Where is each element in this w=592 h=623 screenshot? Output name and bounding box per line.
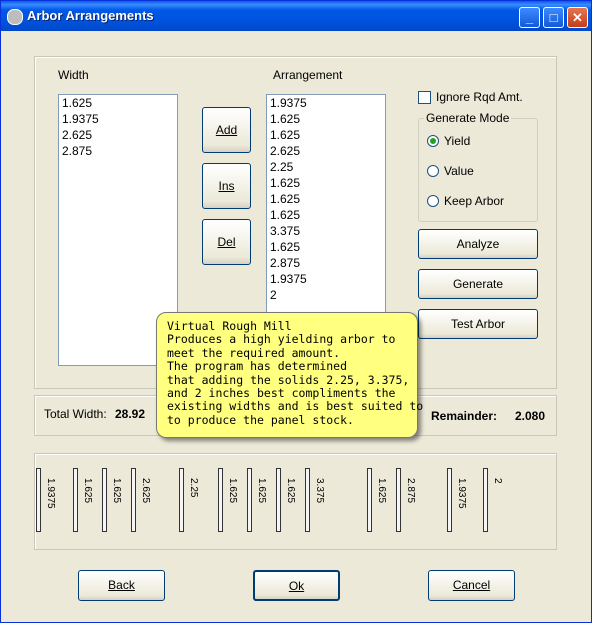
arrangement-list-item[interactable]: 2.875 bbox=[267, 255, 385, 271]
arbor-strip bbox=[73, 468, 78, 532]
arrangement-list-item[interactable]: 2.25 bbox=[267, 159, 385, 175]
cancel-button-label: Cancel bbox=[452, 578, 491, 592]
width-label: Width bbox=[58, 68, 89, 82]
add-button[interactable]: Add bbox=[202, 107, 251, 153]
arbor-strip-label: 1.625 bbox=[82, 478, 93, 504]
value-label: Value bbox=[444, 164, 474, 178]
arrangement-list-item[interactable]: 1.625 bbox=[267, 239, 385, 255]
width-list-item[interactable]: 1.625 bbox=[59, 95, 177, 111]
arbor-strip bbox=[102, 468, 107, 532]
ignore-rqd-checkbox[interactable] bbox=[418, 91, 431, 104]
total-width-label: Total Width: bbox=[44, 407, 107, 421]
tooltip-line: and 2 inches best compliments the bbox=[167, 386, 396, 401]
arbor-strip-label: 1.625 bbox=[376, 478, 387, 504]
back-button-label: Back bbox=[108, 578, 135, 592]
close-button[interactable]: ✕ bbox=[567, 7, 588, 28]
ok-button-label: Ok bbox=[288, 579, 305, 593]
keep-arbor-label: Keep Arbor bbox=[444, 194, 505, 208]
remainder-label: Remainder: bbox=[431, 409, 498, 423]
arbor-strip bbox=[447, 468, 452, 532]
minimize-button[interactable]: _ bbox=[519, 7, 540, 28]
tooltip-line: that adding the solids 2.25, 3.375, bbox=[167, 372, 410, 387]
tooltip-line: The program has determined bbox=[167, 359, 348, 374]
arbor-strip bbox=[305, 468, 310, 532]
arbor-strip bbox=[483, 468, 488, 532]
width-list-item[interactable]: 1.9375 bbox=[59, 111, 177, 127]
arrangement-list-item[interactable]: 1.9375 bbox=[267, 95, 385, 111]
tooltip-line: to produce the panel stock. bbox=[167, 412, 354, 427]
arbor-window: Arbor Arrangements _ □ ✕ Width 1.625 1.93… bbox=[0, 0, 592, 623]
generate-mode-title: Generate Mode bbox=[424, 111, 512, 125]
arbor-strip bbox=[396, 468, 401, 532]
arbor-strip-label: 1.625 bbox=[111, 478, 122, 504]
insert-button-label: Ins bbox=[218, 179, 235, 193]
arrangement-list-item[interactable]: 1.625 bbox=[267, 127, 385, 143]
arbor-strip bbox=[218, 468, 223, 532]
arrangement-label: Arrangement bbox=[273, 68, 343, 82]
arbor-strip bbox=[276, 468, 281, 532]
tooltip-line: meet the required amount. bbox=[167, 345, 341, 360]
add-button-label: Add bbox=[215, 123, 238, 137]
arbor-strip bbox=[36, 468, 41, 532]
arbor-strip bbox=[247, 468, 252, 532]
tooltip-line: existing widths and is best suited to bbox=[167, 399, 424, 414]
keep-arbor-radio[interactable] bbox=[427, 195, 439, 207]
remainder-value: 2.080 bbox=[515, 409, 546, 423]
cancel-button[interactable]: Cancel bbox=[428, 570, 515, 601]
arbor-strip bbox=[367, 468, 372, 532]
ok-button[interactable]: Ok bbox=[253, 570, 340, 601]
width-list-item[interactable]: 2.625 bbox=[59, 127, 177, 143]
arbor-strip-label: 2.875 bbox=[405, 478, 416, 504]
generate-button[interactable]: Generate bbox=[418, 269, 538, 299]
test-arbor-button[interactable]: Test Arbor bbox=[418, 309, 538, 339]
arrangement-list-item[interactable]: 2.625 bbox=[267, 143, 385, 159]
arbor-strip bbox=[131, 468, 136, 532]
ignore-rqd-label: Ignore Rqd Amt. bbox=[436, 90, 523, 104]
tooltip-line: Virtual Rough Mill bbox=[167, 319, 292, 333]
arbor-strip bbox=[179, 468, 184, 532]
yield-radio[interactable] bbox=[427, 135, 439, 147]
arbor-strip-label: 3.375 bbox=[314, 478, 325, 504]
arbor-strip-label: 1.9375 bbox=[456, 478, 467, 509]
total-width-value: 28.92 bbox=[115, 407, 146, 421]
arrangement-list-item[interactable]: 1.625 bbox=[267, 207, 385, 223]
arbor-strip-label: 1.9375 bbox=[45, 478, 56, 509]
arbor-strip-label: 1.625 bbox=[285, 478, 296, 504]
arbor-strip-label: 1.625 bbox=[227, 478, 238, 504]
tooltip-line: Produces a high yielding arbor to bbox=[167, 332, 396, 347]
maximize-button[interactable]: □ bbox=[543, 7, 564, 28]
arrangement-list-item[interactable]: 1.625 bbox=[267, 191, 385, 207]
back-button[interactable]: Back bbox=[78, 570, 165, 601]
delete-button[interactable]: Del bbox=[202, 219, 251, 265]
delete-button-label: Del bbox=[217, 235, 236, 249]
arrangement-list-item[interactable]: 2 bbox=[267, 287, 385, 303]
arbor-strip-label: 2.625 bbox=[140, 478, 151, 504]
arbor-strip-label: 2.25 bbox=[188, 478, 199, 498]
value-radio[interactable] bbox=[427, 165, 439, 177]
arrangement-list-item[interactable]: 1.625 bbox=[267, 175, 385, 191]
app-icon bbox=[7, 9, 23, 25]
insert-button[interactable]: Ins bbox=[202, 163, 251, 209]
arrangement-list-item[interactable]: 1.625 bbox=[267, 111, 385, 127]
arbor-strip-label: 1.625 bbox=[256, 478, 267, 504]
virtual-rough-mill-tooltip: Virtual Rough Mill Produces a high yield… bbox=[156, 312, 424, 438]
arrangement-list-item[interactable]: 1.9375 bbox=[267, 271, 385, 287]
width-list-item[interactable]: 2.875 bbox=[59, 143, 177, 159]
analyze-button[interactable]: Analyze bbox=[418, 229, 538, 259]
arbor-strip-label: 2 bbox=[492, 478, 503, 484]
arrangement-list-item[interactable]: 3.375 bbox=[267, 223, 385, 239]
yield-label: Yield bbox=[444, 134, 471, 148]
title-bar[interactable]: Arbor Arrangements _ □ ✕ bbox=[1, 1, 591, 31]
window-title: Arbor Arrangements bbox=[27, 8, 154, 23]
